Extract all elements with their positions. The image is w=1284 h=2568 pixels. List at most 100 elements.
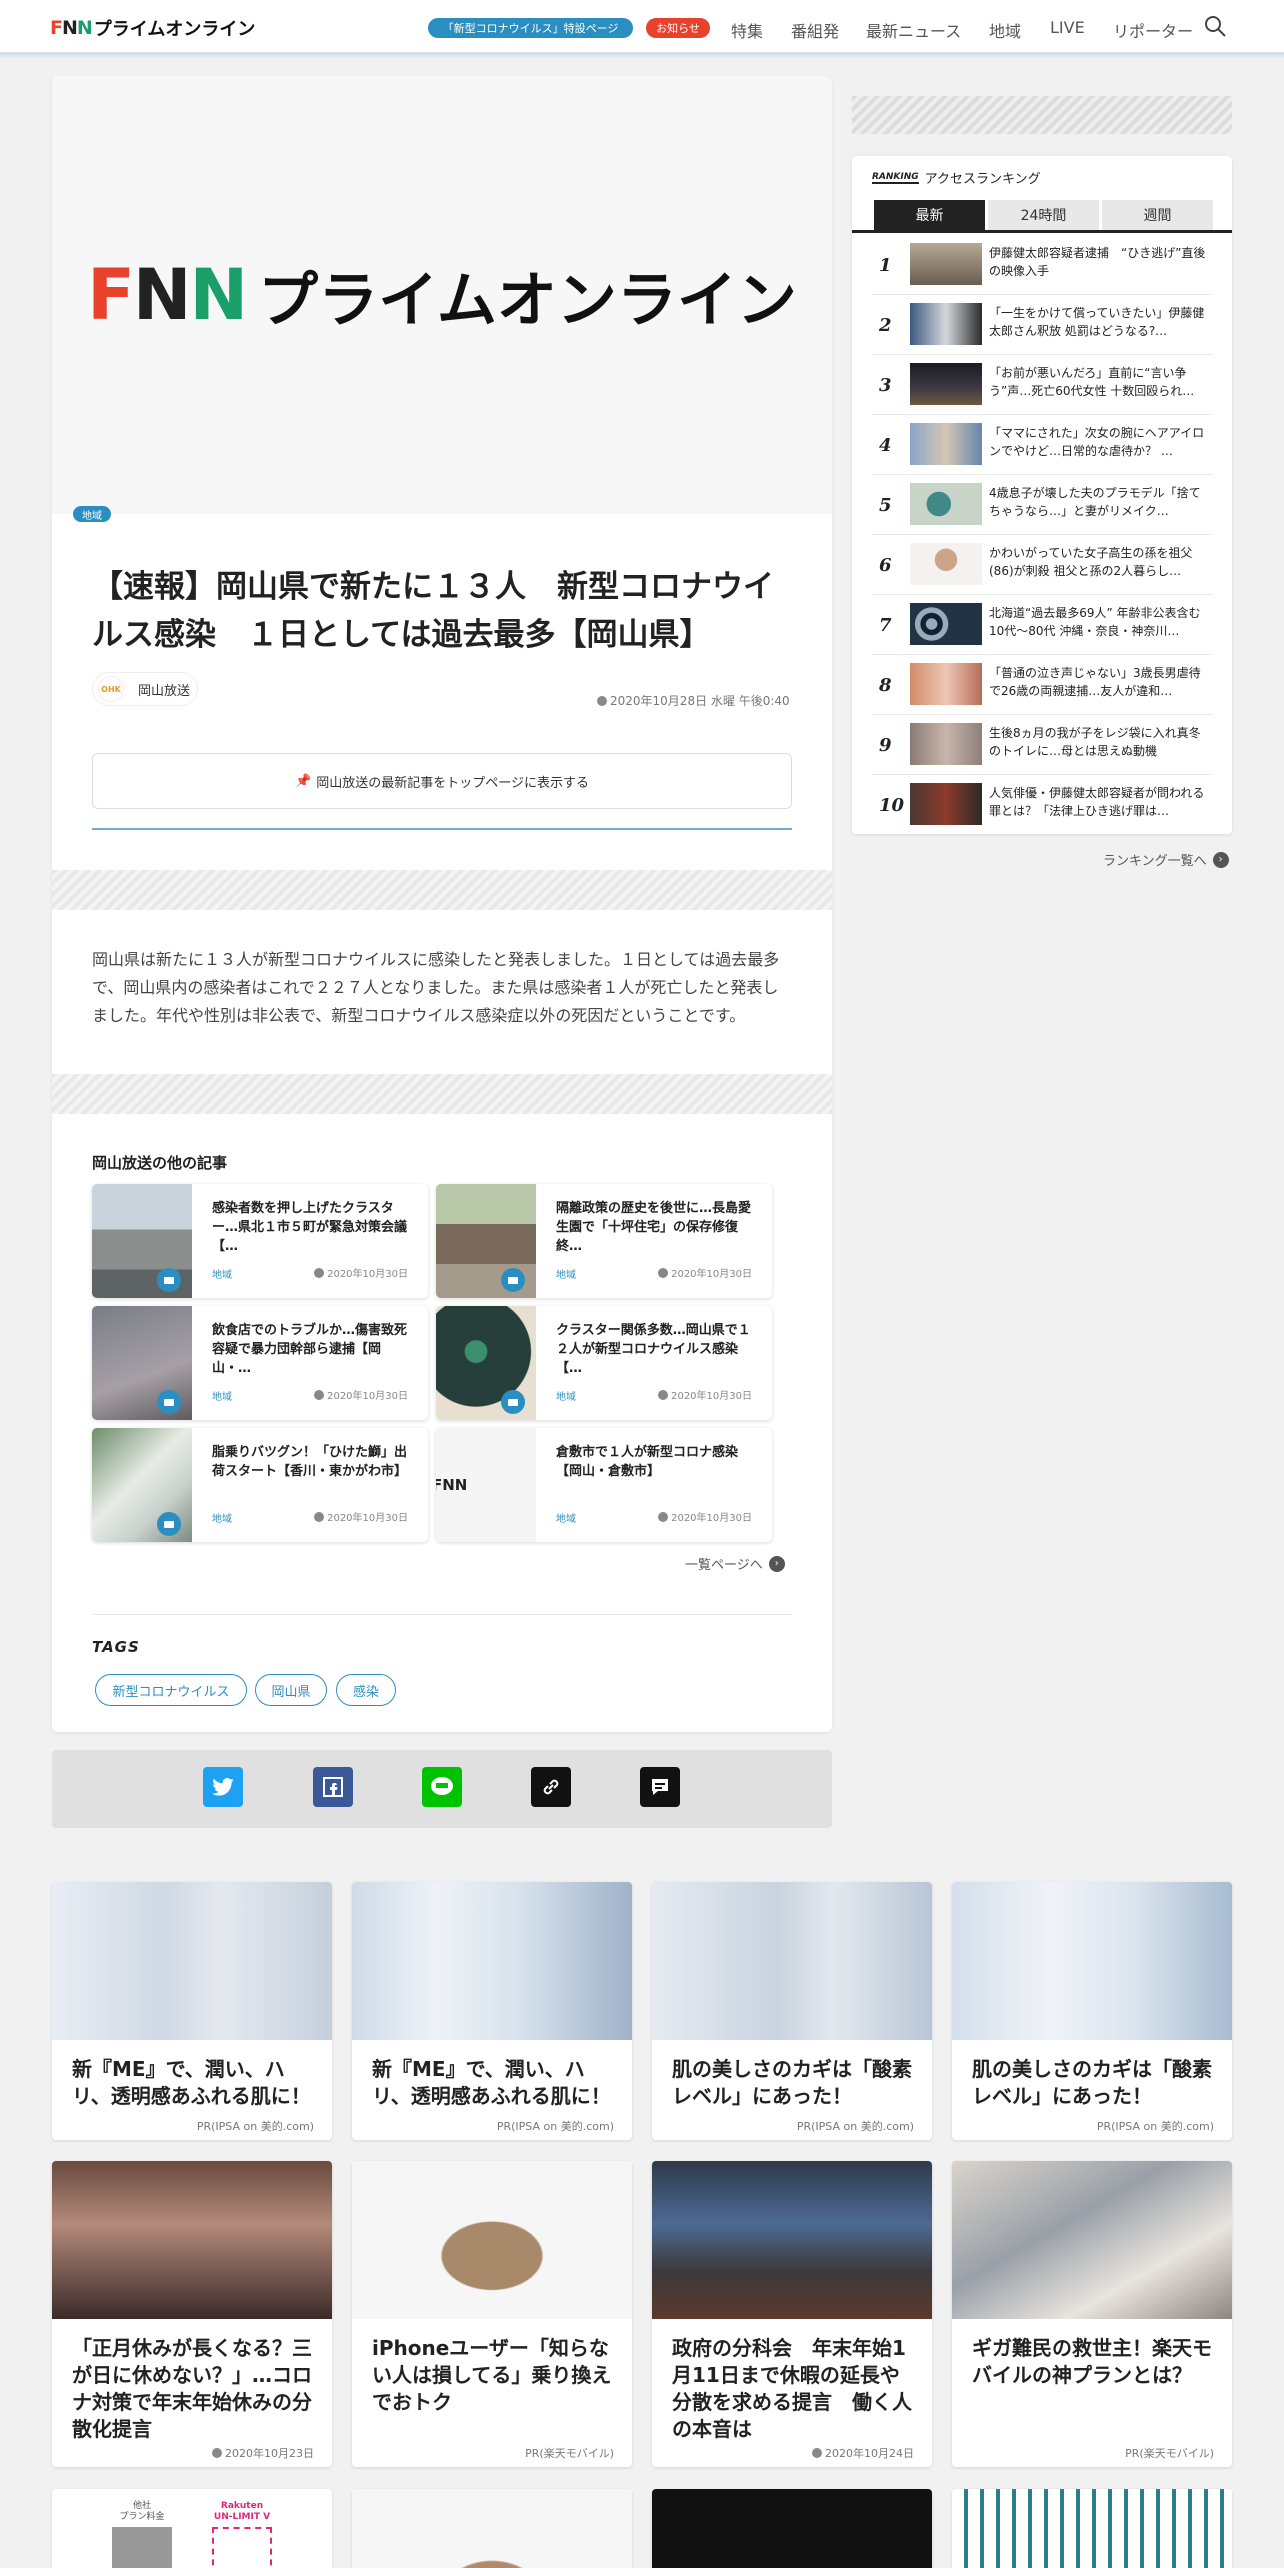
corona-special-link[interactable]: 「新型コロナウイルス」特設ページ — [428, 18, 633, 38]
ranking-item[interactable]: 7 北海道“過去最多69人” 年齢非公表含む10代～80代 沖縄・奈良・神奈川… — [872, 595, 1212, 655]
hero-logo: FNN プライムオンライン — [87, 252, 797, 339]
facebook-share-icon[interactable] — [313, 1767, 353, 1807]
line-share-icon[interactable] — [422, 1767, 462, 1807]
ranking-item[interactable]: 9 生後8ヵ月の我が子をレジ袋に入れ真冬のトイレに…母とは思えぬ動機 — [872, 715, 1212, 775]
ranking-thumbnail — [910, 723, 982, 765]
promo-title: 政府の分科会 年末年始1月11日まで休暇の延長や分散を求める提言 働く人の本音は — [672, 2336, 912, 2441]
card-category: 地域 — [212, 1270, 232, 1281]
ranking-item[interactable]: 5 4歳息子が壊した夫のプラモデル「捨てちゃうなら…」と妻がリメイク… — [872, 475, 1212, 535]
card-category: 地域 — [212, 1392, 232, 1403]
article-panel: FNN プライムオンライン 地域 【速報】岡山県で新たに１３人 新型コロナウイル… — [52, 76, 832, 1732]
ranking-list-link[interactable]: ランキング一覧へ › — [1103, 850, 1229, 869]
info-link[interactable]: お知らせ — [646, 18, 710, 38]
nav-item-features[interactable]: 特集 — [731, 18, 763, 42]
sidebar-ad-placeholder — [852, 96, 1232, 134]
pin-to-top-button[interactable]: 📌 岡山放送の最新記事をトップページに表示する — [92, 753, 792, 809]
ranking-title-text: 「普通の泣き声じゃない」3歳長男虐待で26歳の両親逮捕…友人が違和… — [989, 666, 1201, 698]
promo-card[interactable]: iPhoneユーザー「知らない人は損してる」乗り換えでおトク PR(楽天モバイル… — [352, 2161, 632, 2467]
promo-title: 肌の美しさのカギは「酸素レベル」にあった！ — [672, 2057, 912, 2108]
search-icon[interactable] — [1203, 14, 1227, 38]
promo-card[interactable]: 肌の美しさのカギは「酸素レベル」にあった！ PR(IPSA on 美的.com) — [652, 1882, 932, 2140]
ranking-title-text: 「ママにされた」次女の腕にヘアアイロンでやけど…日常的な虐待か？ … — [989, 426, 1205, 458]
article-body: 岡山県は新たに１３人が新型コロナウイルスに感染したと発表しました。１日としては過… — [92, 950, 780, 1025]
ranking-item[interactable]: 1 伊藤健太郎容疑者逮捕 “ひき逃げ”直後の映像入手 — [872, 235, 1212, 295]
ranking-item[interactable]: 4 「ママにされた」次女の腕にヘアアイロンでやけど…日常的な虐待か？ … — [872, 415, 1212, 475]
stripe-divider — [52, 1074, 832, 1114]
copy-link-icon[interactable] — [531, 1767, 571, 1807]
other-article-card[interactable]: 飲食店でのトラブルか…傷害致死容疑で暴力団幹部ら逮捕【岡山・… 地域 2020年… — [92, 1306, 428, 1420]
tag-okayama[interactable]: 岡山県 — [255, 1674, 327, 1706]
nav-item-region[interactable]: 地域 — [989, 18, 1021, 42]
card-category: 地域 — [556, 1514, 576, 1525]
promo-image — [52, 2161, 332, 2319]
card-date: 2020年10月30日 — [314, 1509, 408, 1524]
stripe-divider — [52, 870, 832, 910]
card-category: 地域 — [556, 1392, 576, 1403]
logo-mark: FNN — [50, 17, 93, 39]
ranking-thumbnail — [910, 243, 982, 285]
promo-card[interactable] — [652, 2489, 932, 2568]
promo-card[interactable]: ギガ難民の救世主！楽天モバイルの神プランとは？ PR(楽天モバイル) — [952, 2161, 1232, 2467]
nav-item-latest-news[interactable]: 最新ニュース — [866, 18, 961, 42]
ranking-thumbnail — [910, 603, 982, 645]
rank-number: 5 — [879, 495, 892, 516]
promo-image — [952, 1882, 1232, 2040]
promo-source: PR(IPSA on 美的.com) — [496, 2120, 614, 2133]
ranking-title-text: 「一生をかけて償っていきたい」伊藤健太郎さん釈放 処罰はどうなる?… — [989, 306, 1205, 338]
tag-infection[interactable]: 感染 — [336, 1674, 396, 1706]
chart-label: Rakuten UN-LIMIT V — [213, 2501, 271, 2522]
nav-item-live[interactable]: LIVE — [1050, 18, 1085, 37]
promo-card[interactable] — [352, 2489, 632, 2568]
hero-logo-text: プライムオンライン — [258, 265, 797, 336]
other-article-card[interactable]: 感染者数を押し上げたクラスター…県北１市５町が緊急対策会議【… 地域 2020年… — [92, 1184, 428, 1298]
twitter-share-icon[interactable] — [203, 1767, 243, 1807]
promo-card[interactable]: 新『ME』で、潤い、ハリ、透明感あふれる肌に！ PR(IPSA on 美的.co… — [52, 1882, 332, 2140]
arrow-right-icon: › — [768, 1555, 785, 1572]
other-article-card[interactable]: クラスター関係多数…岡山県で１２人が新型コロナウイルス感染【… 地域 2020年… — [436, 1306, 772, 1420]
video-icon — [157, 1268, 181, 1292]
share-bar — [52, 1750, 832, 1828]
article-list-link[interactable]: 一覧ページへ › — [685, 1554, 785, 1573]
rank-number: 1 — [879, 255, 892, 276]
promo-image — [352, 2161, 632, 2319]
promo-card[interactable]: 新『ME』で、潤い、ハリ、透明感あふれる肌に！ PR(IPSA on 美的.co… — [352, 1882, 632, 2140]
rank-number: 9 — [879, 735, 892, 756]
ranking-item[interactable]: 3 「お前が悪いんだろ」直前に“言い争う”声…死亡60代女性 十数回殴られ… — [872, 355, 1212, 415]
tag-corona[interactable]: 新型コロナウイルス — [95, 1674, 247, 1706]
other-article-card[interactable]: 脂乗りバツグン！「ひけた鰤」出荷スタート【香川・東かがわ市】 地域 2020年1… — [92, 1428, 428, 1542]
divider — [92, 828, 792, 830]
rank-number: 2 — [879, 315, 892, 336]
card-title: 感染者数を押し上げたクラスター…県北１市５町が緊急対策会議【… — [212, 1201, 408, 1254]
logo-text: プライムオンライン — [93, 19, 256, 40]
promo-card[interactable]: 肌の美しさのカギは「酸素レベル」にあった！ PR(IPSA on 美的.com) — [952, 1882, 1232, 2140]
other-article-card[interactable]: 隔離政策の歴史を後世に…長島愛生園で「十坪住宅」の保存修復終… 地域 2020年… — [436, 1184, 772, 1298]
video-icon — [501, 1390, 525, 1414]
card-title: 飲食店でのトラブルか…傷害致死容疑で暴力団幹部ら逮捕【岡山・… — [212, 1323, 408, 1376]
category-badge[interactable]: 地域 — [73, 506, 111, 522]
other-article-card[interactable]: FNN 倉敷市で１人が新型コロナ感染【岡山・倉敷市】 地域 2020年10月30… — [436, 1428, 772, 1542]
promo-card[interactable] — [952, 2489, 1232, 2568]
tab-weekly[interactable]: 週間 — [1102, 200, 1213, 230]
comment-icon[interactable] — [640, 1767, 680, 1807]
nav-item-reporter[interactable]: リポーター — [1113, 18, 1193, 42]
clock-icon — [597, 696, 607, 706]
ranking-thumbnail — [910, 303, 982, 345]
promo-card[interactable]: 政府の分科会 年末年始1月11日まで休暇の延長や分散を求める提言 働く人の本音は… — [652, 2161, 932, 2467]
promo-card[interactable]: 他社 プラン料金 Rakuten UN-LIMIT V — [52, 2489, 332, 2568]
promo-source: 2020年10月23日 — [212, 2445, 314, 2461]
ranking-item[interactable]: 2 「一生をかけて償っていきたい」伊藤健太郎さん釈放 処罰はどうなる?… — [872, 295, 1212, 355]
rank-number: 3 — [879, 375, 892, 396]
source-badge[interactable]: OHK 岡山放送 — [92, 672, 198, 706]
ranking-title-text: かわいがっていた女子高生の孫を祖父(86)が刺殺 祖父と孫の2人暮らし… — [989, 546, 1193, 578]
ranking-item[interactable]: 6 かわいがっていた女子高生の孫を祖父(86)が刺殺 祖父と孫の2人暮らし… — [872, 535, 1212, 595]
card-date: 2020年10月30日 — [314, 1387, 408, 1402]
promo-source: PR(IPSA on 美的.com) — [796, 2120, 914, 2133]
tab-24h[interactable]: 24時間 — [988, 200, 1099, 230]
ranking-item[interactable]: 10 人気俳優・伊藤健太郎容疑者が問われる罪とは？「法律上ひき逃げ罪は… — [872, 775, 1212, 835]
site-logo[interactable]: FNN プライムオンライン — [50, 17, 256, 40]
promo-card[interactable]: 「正月休みが長くなる？三が日に休めない？」…コロナ対策で年末年始休みの分散化提言… — [52, 2161, 332, 2467]
nav-item-programs[interactable]: 番組発 — [791, 18, 839, 42]
ranking-item[interactable]: 8 「普通の泣き声じゃない」3歳長男虐待で26歳の両親逮捕…友人が違和… — [872, 655, 1212, 715]
tab-latest[interactable]: 最新 — [874, 200, 985, 230]
card-title: 隔離政策の歴史を後世に…長島愛生園で「十坪住宅」の保存修復終… — [556, 1201, 752, 1254]
